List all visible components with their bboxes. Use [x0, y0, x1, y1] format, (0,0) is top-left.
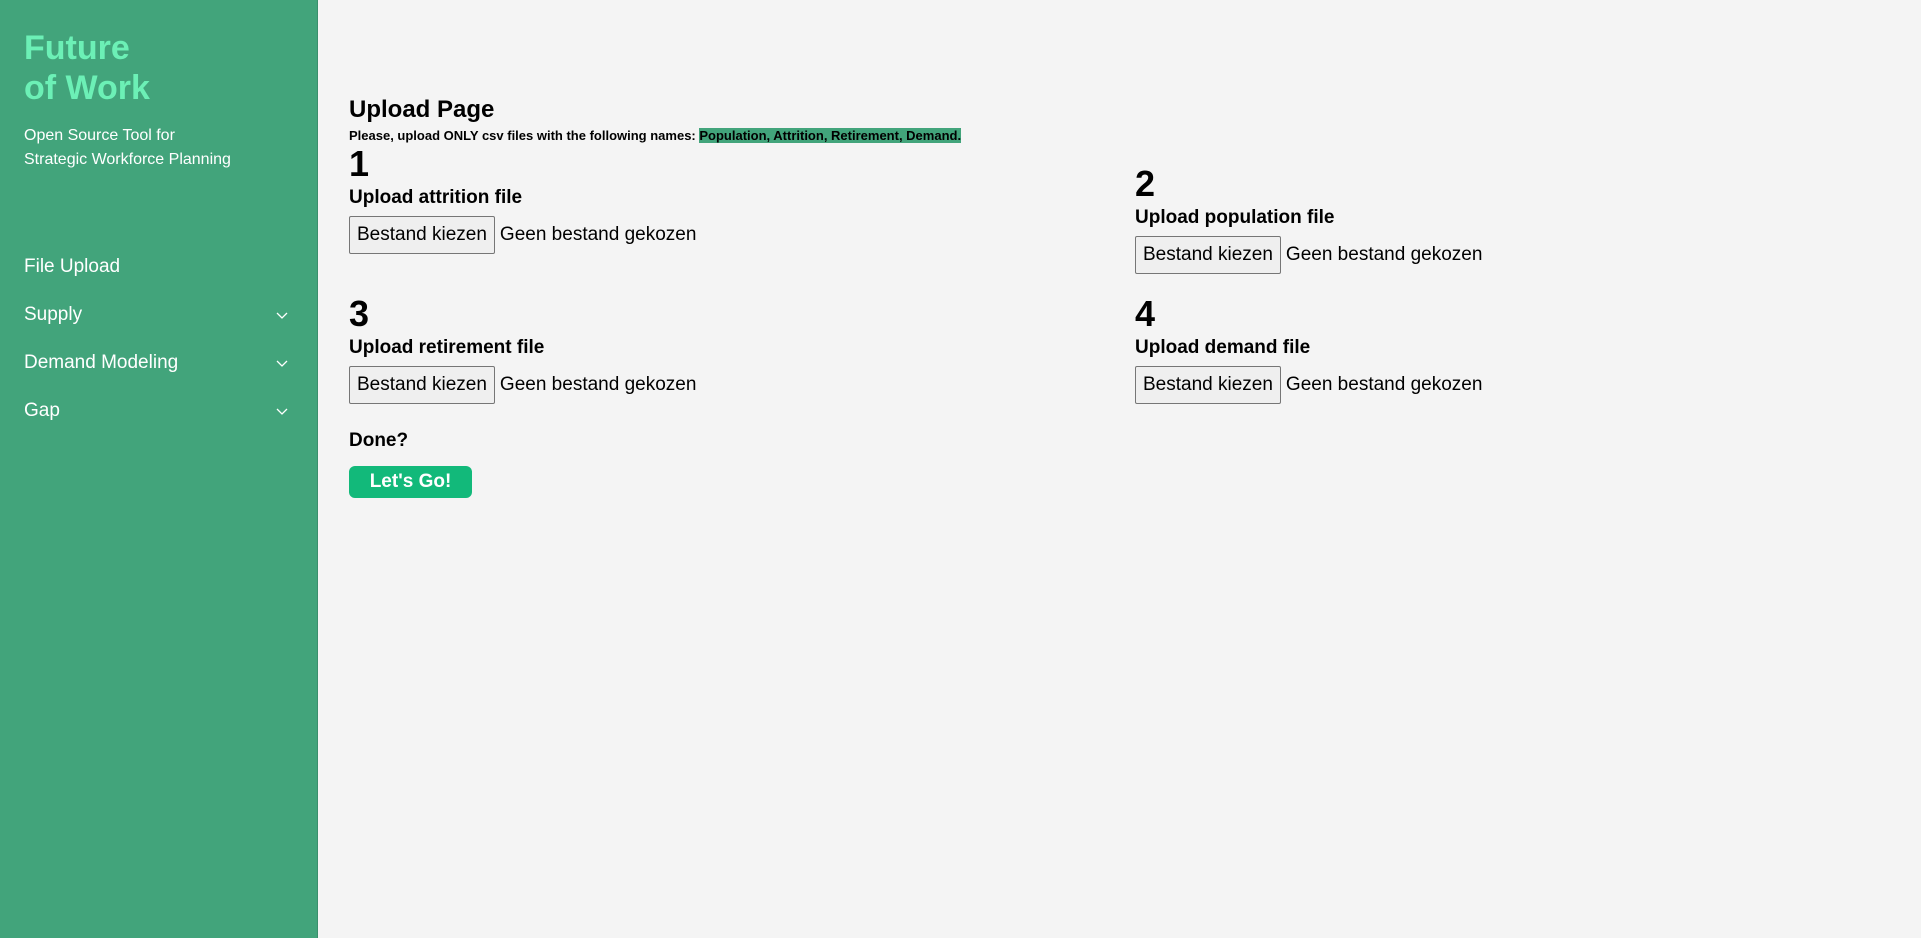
app: Future of Work Open Source Tool for Stra… — [0, 0, 1921, 938]
file-input-retirement: Bestand kiezen Geen bestand gekozen — [349, 366, 949, 404]
file-input-population: Bestand kiezen Geen bestand gekozen — [1135, 236, 1735, 274]
chevron-down-icon — [276, 312, 288, 319]
chevron-down-icon — [276, 408, 288, 415]
tagline-line-2: Strategic Workforce Planning — [24, 151, 231, 168]
sidebar-item-supply[interactable]: Supply — [0, 296, 317, 344]
sidebar-item-label: File Upload — [24, 256, 121, 277]
upload-label: Upload retirement file — [349, 337, 545, 358]
file-input-attrition: Bestand kiezen Geen bestand gekozen — [349, 216, 949, 254]
main-content: Upload Page Please, upload ONLY csv file… — [349, 0, 1889, 938]
file-status: Geen bestand gekozen — [499, 374, 697, 395]
sidebar: Future of Work Open Source Tool for Stra… — [0, 0, 318, 938]
page-title: Upload Page — [349, 96, 495, 123]
upload-label: Upload demand file — [1135, 337, 1311, 358]
chevron-down-icon — [276, 360, 288, 367]
sidebar-item-file-upload[interactable]: File Upload — [0, 248, 317, 296]
brand-line-2: of Work — [24, 69, 150, 107]
upload-label: Upload population file — [1135, 207, 1335, 228]
step-number: 4 — [1135, 293, 1156, 334]
sidebar-item-label: Demand Modeling — [24, 352, 179, 373]
upload-block-population: 2 Upload population file Bestand kiezen … — [1135, 166, 1735, 274]
upload-label: Upload attrition file — [349, 187, 523, 208]
step-number: 3 — [349, 293, 370, 334]
upload-block-attrition: 1 Upload attrition file Bestand kiezen G… — [349, 146, 949, 254]
upload-block-demand: 4 Upload demand file Bestand kiezen Geen… — [1135, 296, 1735, 404]
done-label: Done? — [349, 430, 409, 451]
sidebar-item-label: Gap — [24, 400, 60, 421]
upload-instructions-highlight: Population, Attrition, Retirement, Deman… — [699, 128, 962, 143]
upload-block-retirement: 3 Upload retirement file Bestand kiezen … — [349, 296, 949, 404]
choose-file-button[interactable]: Bestand kiezen — [1135, 366, 1281, 404]
brand-logo: Future of Work — [24, 28, 150, 108]
brand-line-1: Future — [24, 29, 130, 67]
lets-go-button[interactable]: Let's Go! — [349, 466, 472, 498]
file-status: Geen bestand gekozen — [499, 224, 697, 245]
file-input-demand: Bestand kiezen Geen bestand gekozen — [1135, 366, 1735, 404]
choose-file-button[interactable]: Bestand kiezen — [349, 366, 495, 404]
choose-file-button[interactable]: Bestand kiezen — [1135, 236, 1281, 274]
file-status: Geen bestand gekozen — [1285, 374, 1483, 395]
tagline: Open Source Tool for Strategic Workforce… — [24, 124, 231, 172]
sidebar-item-label: Supply — [24, 304, 83, 325]
sidebar-item-gap[interactable]: Gap — [0, 392, 317, 440]
choose-file-button[interactable]: Bestand kiezen — [349, 216, 495, 254]
upload-instructions: Please, upload ONLY csv files with the f… — [349, 128, 962, 143]
sidebar-nav: File Upload Supply Demand Modeling Gap — [0, 248, 317, 440]
sidebar-item-demand-modeling[interactable]: Demand Modeling — [0, 344, 317, 392]
step-number: 1 — [349, 143, 370, 184]
step-number: 2 — [1135, 163, 1156, 204]
tagline-line-1: Open Source Tool for — [24, 127, 175, 144]
upload-instructions-text: Please, upload ONLY csv files with the f… — [349, 128, 700, 143]
file-status: Geen bestand gekozen — [1285, 244, 1483, 265]
